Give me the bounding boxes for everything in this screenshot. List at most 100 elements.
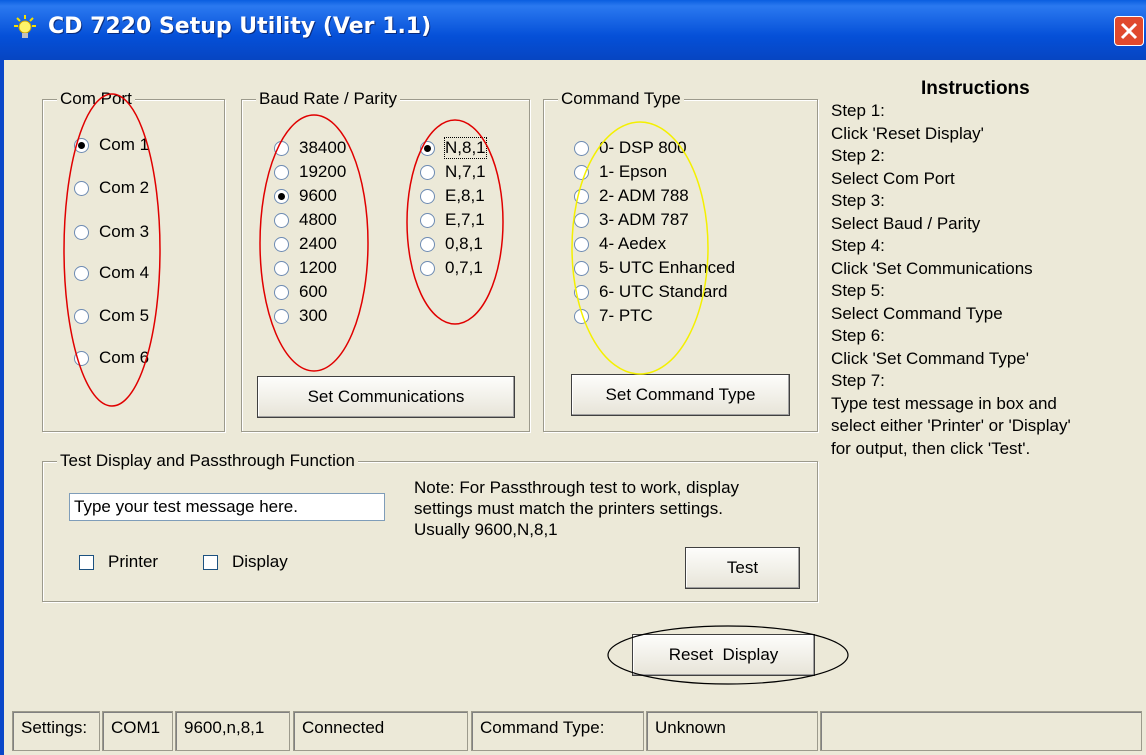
display-checkbox[interactable]: Display	[203, 552, 288, 572]
radio-button[interactable]	[274, 236, 289, 252]
radio-label: Com 5	[99, 306, 150, 325]
radio-label: 4- Aedex	[599, 234, 667, 253]
radio-label: Com 2	[99, 178, 150, 197]
radio-label: 38400	[299, 138, 347, 157]
radio-button[interactable]	[574, 236, 589, 252]
checkbox-box[interactable]	[79, 554, 94, 570]
radio-baud-19200[interactable]: 19200	[274, 161, 346, 183]
radio-parity-081[interactable]: 0,8,1	[420, 233, 483, 255]
radio-label: Com 6	[99, 348, 150, 367]
radio-label: 1200	[299, 258, 337, 277]
close-button[interactable]	[1114, 16, 1144, 46]
radio-button[interactable]	[74, 350, 89, 366]
radio-baud-1200[interactable]: 1200	[274, 257, 337, 279]
instruction-line: Step 6:	[831, 326, 885, 345]
radio-button[interactable]	[274, 260, 289, 276]
radio-button[interactable]	[420, 188, 435, 204]
radio-parity-n71[interactable]: N,7,1	[420, 161, 486, 183]
radio-button[interactable]	[420, 212, 435, 228]
radio-baud-600[interactable]: 600	[274, 281, 327, 303]
button-label: Reset Display	[668, 645, 779, 664]
radio-parity-071[interactable]: 0,7,1	[420, 257, 483, 279]
radio-baud-4800[interactable]: 4800	[274, 209, 337, 231]
radio-parity-e81[interactable]: E,8,1	[420, 185, 485, 207]
radio-cmd-4[interactable]: 4- Aedex	[574, 233, 666, 255]
radio-button[interactable]	[274, 164, 289, 180]
radio-button-selected[interactable]	[74, 137, 89, 153]
instruction-line: Step 2:	[831, 146, 885, 165]
instruction-line: select either 'Printer' or 'Display'	[831, 416, 1071, 435]
radio-parity-n81[interactable]: N,8,1	[420, 137, 487, 159]
radio-baud-9600[interactable]: 9600	[274, 185, 337, 207]
radio-button[interactable]	[574, 260, 589, 276]
test-message-input[interactable]	[69, 493, 385, 521]
radio-label: 3- ADM 787	[599, 210, 689, 229]
set-communications-button[interactable]: Set Communications	[257, 376, 515, 418]
radio-com-5[interactable]: Com 5	[74, 305, 149, 327]
radio-label: Com 3	[99, 222, 150, 241]
instructions-heading: Instructions	[921, 78, 1030, 99]
radio-com-2[interactable]: Com 2	[74, 177, 149, 199]
printer-checkbox[interactable]: Printer	[79, 552, 158, 572]
radio-button[interactable]	[574, 212, 589, 228]
radio-label: 6- UTC Standard	[599, 282, 728, 301]
radio-cmd-1[interactable]: 1- Epson	[574, 161, 667, 183]
radio-button[interactable]	[274, 284, 289, 300]
radio-label: 19200	[299, 162, 347, 181]
radio-button[interactable]	[574, 188, 589, 204]
checkbox-box[interactable]	[203, 554, 218, 570]
radio-cmd-2[interactable]: 2- ADM 788	[574, 185, 689, 207]
radio-button-selected[interactable]	[420, 140, 435, 156]
radio-button[interactable]	[74, 224, 89, 240]
radio-label: 5- UTC Enhanced	[599, 258, 736, 277]
test-button[interactable]: Test	[685, 547, 800, 589]
radio-button[interactable]	[574, 284, 589, 300]
radio-button[interactable]	[74, 265, 89, 281]
radio-button[interactable]	[420, 236, 435, 252]
checkbox-label: Display	[232, 552, 288, 571]
radio-button-selected[interactable]	[274, 188, 289, 204]
radio-button[interactable]	[274, 140, 289, 156]
radio-parity-e71[interactable]: E,7,1	[420, 209, 485, 231]
radio-button[interactable]	[574, 164, 589, 180]
radio-button[interactable]	[74, 180, 89, 196]
radio-label: 2400	[299, 234, 337, 253]
radio-baud-2400[interactable]: 2400	[274, 233, 337, 255]
radio-cmd-3[interactable]: 3- ADM 787	[574, 209, 689, 231]
radio-label: N,8,1	[444, 137, 487, 159]
button-label: Test	[726, 558, 759, 577]
radio-button[interactable]	[420, 164, 435, 180]
radio-baud-300[interactable]: 300	[274, 305, 327, 327]
radio-cmd-5[interactable]: 5- UTC Enhanced	[574, 257, 735, 279]
radio-label: 0,8,1	[445, 234, 483, 253]
set-command-type-button[interactable]: Set Command Type	[571, 374, 790, 416]
button-label: Set Communications	[307, 387, 465, 406]
radio-button[interactable]	[574, 140, 589, 156]
radio-button[interactable]	[74, 308, 89, 324]
radio-label: Com 4	[99, 263, 150, 282]
radio-cmd-0[interactable]: 0- DSP 800	[574, 137, 687, 159]
radio-com-3[interactable]: Com 3	[74, 221, 149, 243]
lightbulb-icon	[14, 15, 36, 38]
com-port-legend: Com Port	[57, 89, 135, 109]
radio-baud-38400[interactable]: 38400	[274, 137, 346, 159]
radio-button[interactable]	[274, 212, 289, 228]
radio-button[interactable]	[574, 308, 589, 324]
radio-label: Com 1	[99, 135, 150, 154]
radio-com-6[interactable]: Com 6	[74, 347, 149, 369]
baud-parity-legend: Baud Rate / Parity	[256, 89, 400, 109]
reset-display-button[interactable]: Reset Display	[632, 634, 815, 676]
test-display-legend: Test Display and Passthrough Function	[57, 451, 358, 471]
radio-com-1[interactable]: Com 1	[74, 134, 149, 156]
radio-com-4[interactable]: Com 4	[74, 262, 149, 284]
radio-cmd-7[interactable]: 7- PTC	[574, 305, 653, 327]
instruction-line: for output, then click 'Test'.	[831, 438, 1031, 458]
radio-button[interactable]	[420, 260, 435, 276]
instruction-line: Click 'Set Communications	[831, 258, 1033, 278]
instruction-line: Step 7:	[831, 371, 885, 390]
status-empty-panel	[820, 711, 1142, 751]
passthrough-note: Note: For Passthrough test to work, disp…	[414, 477, 739, 540]
radio-cmd-6[interactable]: 6- UTC Standard	[574, 281, 728, 303]
status-connection: Connected	[293, 711, 468, 751]
radio-button[interactable]	[274, 308, 289, 324]
